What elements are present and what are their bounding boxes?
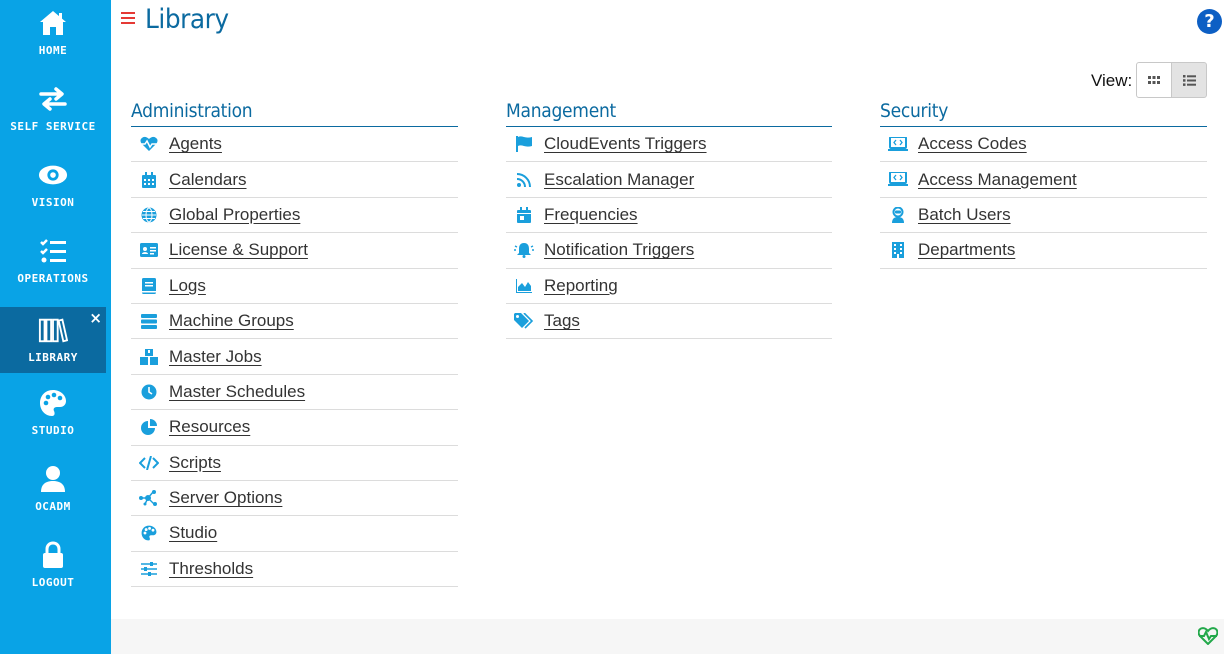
nav-studio[interactable]: STUDIO (0, 380, 106, 446)
section-title: Administration (131, 98, 458, 127)
nav-vision[interactable]: VISION (0, 152, 106, 218)
link-logs[interactable]: Logs (131, 269, 458, 304)
tags-icon (514, 312, 534, 330)
link-notification-triggers[interactable]: Notification Triggers (506, 233, 832, 269)
globe-icon (139, 206, 159, 224)
link-departments[interactable]: Departments (880, 233, 1207, 269)
section-title: Management (506, 98, 832, 127)
nav-ocadm-label: OCADM (35, 500, 71, 513)
laptop-code-icon (888, 135, 908, 153)
nav-studio-label: STUDIO (31, 424, 75, 437)
nav-logout[interactable]: LOGOUT (0, 532, 106, 598)
laptop-code-icon (888, 171, 908, 189)
bell-icon (514, 241, 534, 259)
link-access-codes[interactable]: Access Codes (880, 127, 1207, 163)
calendar-icon (514, 206, 534, 224)
menu-toggle-icon[interactable] (121, 12, 135, 26)
link-calendars[interactable]: Calendars (131, 162, 458, 198)
flag-icon (514, 135, 534, 153)
server-icon (139, 312, 159, 330)
management-column: Management CloudEvents Triggers Escalati… (506, 98, 832, 340)
rss-icon (514, 171, 534, 189)
link-batch-users[interactable]: Batch Users (880, 198, 1207, 234)
nav-home-label: HOME (38, 44, 68, 57)
nav-library-label: LIBRARY (28, 351, 78, 364)
link-reporting[interactable]: Reporting (506, 269, 832, 304)
link-scripts[interactable]: Scripts (131, 446, 458, 481)
sidebar: HOME SELF SERVICE VISION OPERATIONS × LI… (0, 0, 111, 654)
list-view-button[interactable] (1171, 62, 1207, 98)
id-card-icon (139, 241, 159, 259)
section-title: Security (880, 98, 1207, 127)
eye-icon (38, 160, 68, 190)
network-icon (139, 489, 159, 507)
administration-column: Administration Agents Calendars Global P… (131, 98, 458, 588)
link-resources[interactable]: Resources (131, 410, 458, 446)
help-icon[interactable]: ? (1197, 9, 1222, 34)
calendar-icon (139, 171, 159, 189)
nav-ocadm[interactable]: OCADM (0, 456, 106, 522)
footer (111, 619, 1224, 654)
view-label: View: (1091, 71, 1133, 90)
nav-operations[interactable]: OPERATIONS (0, 228, 106, 294)
security-column: Security Access Codes Access Management … (880, 98, 1207, 269)
nav-logout-label: LOGOUT (31, 576, 75, 589)
book-icon (139, 277, 159, 295)
page-title: Library (145, 4, 229, 35)
palette-icon (38, 388, 68, 418)
heartbeat-icon[interactable] (1197, 627, 1219, 647)
nav-vision-label: VISION (31, 196, 75, 209)
area-chart-icon (514, 277, 534, 295)
pie-chart-icon (139, 418, 159, 436)
nav-operations-label: OPERATIONS (17, 272, 89, 285)
checklist-icon (38, 236, 68, 266)
grid-view-button[interactable] (1136, 62, 1172, 98)
link-agents[interactable]: Agents (131, 127, 458, 163)
link-master-jobs[interactable]: Master Jobs (131, 339, 458, 375)
link-machine-groups[interactable]: Machine Groups (131, 304, 458, 340)
user-robot-icon (888, 206, 908, 224)
link-master-schedules[interactable]: Master Schedules (131, 375, 458, 411)
link-escalation-manager[interactable]: Escalation Manager (506, 162, 832, 198)
nav-self-service[interactable]: SELF SERVICE (0, 76, 106, 142)
cubes-icon (139, 348, 159, 366)
palette-icon (139, 524, 159, 542)
heartbeat-icon (139, 135, 159, 153)
link-thresholds[interactable]: Thresholds (131, 552, 458, 588)
link-cloudevents-triggers[interactable]: CloudEvents Triggers (506, 127, 832, 163)
link-tags[interactable]: Tags (506, 304, 832, 340)
sliders-icon (139, 560, 159, 578)
nav-home[interactable]: HOME (0, 0, 106, 66)
link-server-options[interactable]: Server Options (131, 481, 458, 517)
close-icon[interactable]: × (89, 309, 102, 327)
lock-icon (38, 540, 68, 570)
building-icon (888, 241, 908, 259)
link-access-management[interactable]: Access Management (880, 162, 1207, 198)
library-icon (38, 315, 68, 345)
link-license-support[interactable]: License & Support (131, 233, 458, 269)
arrows-exchange-icon (38, 84, 68, 114)
clock-icon (139, 383, 159, 401)
user-icon (38, 464, 68, 494)
nav-self-service-label: SELF SERVICE (10, 120, 96, 133)
link-frequencies[interactable]: Frequencies (506, 198, 832, 234)
code-icon (139, 454, 159, 472)
link-studio[interactable]: Studio (131, 516, 458, 552)
list-icon (1182, 74, 1196, 86)
link-global-properties[interactable]: Global Properties (131, 198, 458, 234)
nav-library[interactable]: × LIBRARY (0, 307, 106, 373)
grid-icon (1148, 76, 1160, 84)
home-icon (38, 8, 68, 38)
